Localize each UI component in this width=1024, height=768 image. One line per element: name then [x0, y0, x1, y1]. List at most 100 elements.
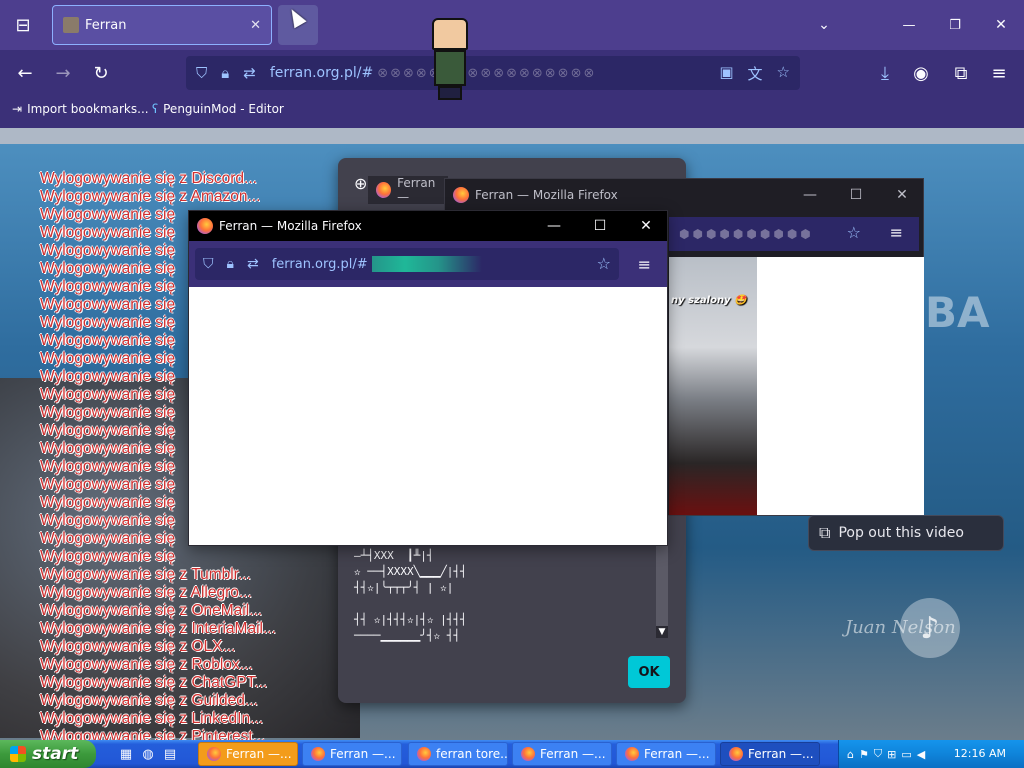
ascii-art: —┴┤XXX ┃╨|┤ ✫ ──┤XXXX╲▁▁▁╱|┤┤ ┤┤✫|╰┬┬┬╯┤…	[354, 549, 467, 642]
picture-in-picture-icon: ⧉	[819, 523, 831, 542]
tray-icon-3[interactable]: ⊞	[887, 748, 896, 761]
forward-icon[interactable]: →	[50, 60, 76, 86]
reload-icon[interactable]: ↻	[88, 60, 114, 86]
quicklaunch-folder-icon[interactable]: ▤	[160, 744, 180, 764]
quicklaunch-app-icon[interactable]: ▦	[116, 744, 136, 764]
back-icon[interactable]: ←	[12, 60, 38, 86]
firefox-icon	[417, 747, 431, 761]
globe-icon: ⊕	[354, 174, 368, 193]
account-icon[interactable]: ◉	[908, 60, 934, 86]
permissions-icon[interactable]: ⇄	[243, 64, 256, 82]
task-label: Ferran —...	[226, 747, 292, 761]
import-icon: ⇥	[12, 102, 23, 116]
tab-ferran[interactable]: Ferran ✕	[52, 5, 272, 45]
bookmark-penguinmod[interactable]: ʕ PenguinMod - Editor	[152, 102, 284, 116]
pop-out-video-button[interactable]: ⧉ Pop out this video	[808, 515, 1004, 551]
taskbar-task-button[interactable]: ferran tore...	[408, 742, 508, 766]
taskbar-task-button[interactable]: Ferran —...	[720, 742, 820, 766]
bookmark-import[interactable]: ⇥ Import bookmarks...	[12, 102, 149, 116]
menu-icon[interactable]: ≡	[986, 60, 1012, 86]
maximize-button[interactable]: ☐	[577, 211, 623, 241]
ok-button[interactable]: OK	[628, 656, 670, 688]
network-icon[interactable]: ▭	[901, 748, 911, 761]
task-label: ferran tore...	[436, 747, 508, 761]
bookmark-star-icon[interactable]: ☆	[777, 63, 790, 84]
logout-line: Wylogowywanie się z Roblox...	[40, 656, 253, 673]
maximize-button[interactable]: ☐	[833, 179, 879, 211]
taskbar-task-button[interactable]: Ferran —...	[198, 742, 298, 766]
firefox-icon	[207, 747, 221, 761]
bookmark-label: Import bookmarks...	[27, 102, 149, 116]
firefox-icon	[453, 187, 469, 203]
sprite-legs	[438, 86, 462, 100]
taskbar-task-button[interactable]: Ferran —...	[616, 742, 716, 766]
url-bar[interactable]: ⬢⬢⬢⬢⬢⬢⬢⬢⬢⬢ ☆ ≡	[669, 217, 919, 251]
taskbar-task-button[interactable]: Ferran —...	[302, 742, 402, 766]
clock[interactable]: 12:16 AM	[954, 747, 1006, 760]
task-label: Ferran —...	[748, 747, 814, 761]
bookmark-star-icon[interactable]: ☆	[597, 254, 611, 273]
lock-icon[interactable]: 🔒︎	[227, 256, 234, 272]
background-text: BA	[925, 288, 990, 337]
close-window-button[interactable]: ✕	[623, 211, 669, 241]
tray-icon-2[interactable]: ⚑	[859, 748, 869, 761]
video-player[interactable]: ny szalony 🤩	[669, 257, 757, 515]
menu-icon[interactable]: ≡	[638, 255, 651, 274]
url-host: ferran.org.pl/#	[271, 256, 368, 272]
window-title: Ferran —	[397, 176, 436, 204]
permissions-icon[interactable]: ⇄	[247, 256, 259, 272]
bookmark-label: PenguinMod - Editor	[163, 102, 284, 116]
downloads-icon[interactable]: ⤓	[872, 60, 898, 86]
window-title: Ferran — Mozilla Firefox	[219, 219, 362, 233]
shield-icon[interactable]: ⛉	[874, 747, 882, 761]
logout-line: Wylogowywanie się z LinkedIn...	[40, 710, 263, 727]
page-content	[757, 257, 924, 515]
taskbar-task-button[interactable]: Ferran —...	[512, 742, 612, 766]
quicklaunch-firefox-icon[interactable]: ◍	[138, 744, 158, 764]
firefox-view-icon[interactable]: ⊟	[10, 12, 36, 38]
translate-icon[interactable]: 文	[748, 63, 763, 84]
list-all-tabs-icon[interactable]: ⌄	[812, 12, 836, 38]
scrollbar-thumb[interactable]	[656, 538, 668, 628]
bookmark-star-icon[interactable]: ☆	[847, 223, 861, 242]
tab-favicon	[63, 17, 79, 33]
shield-icon[interactable]: ⛉	[196, 64, 207, 82]
logout-line: Wylogowywanie się z OLX...	[40, 638, 236, 655]
task-label: Ferran —...	[644, 747, 710, 761]
logout-line: Wylogowywanie się z Allegro...	[40, 584, 252, 601]
penguinmod-icon: ʕ	[152, 102, 159, 116]
logout-line: Wylogowywanie się z Guilded...	[40, 692, 258, 709]
video-caption: ny szalony 🤩	[671, 295, 747, 306]
logout-line: Wylogowywanie się z Pinterest...	[40, 728, 266, 740]
url-bar[interactable]: ⛉ 🔒︎ ⇄ ferran.org.pl/# ☆	[195, 248, 619, 280]
minimize-button[interactable]: —	[892, 12, 926, 38]
start-button[interactable]: start	[0, 740, 96, 768]
tab-close-icon[interactable]: ✕	[250, 18, 261, 33]
tray-icon-1[interactable]: ⌂	[847, 748, 854, 761]
window-title: Ferran — Mozilla Firefox	[475, 188, 618, 202]
lock-icon[interactable]: 🔒︎	[221, 64, 229, 82]
url-garbled: ⬢⬢⬢⬢⬢⬢⬢⬢⬢⬢	[679, 227, 814, 241]
minimize-button[interactable]: —	[787, 179, 833, 211]
close-window-button[interactable]: ✕	[984, 12, 1018, 38]
pixel-sprite	[428, 16, 472, 102]
extensions-icon[interactable]: ⧉	[948, 60, 974, 86]
menu-icon[interactable]: ≡	[890, 223, 903, 242]
windows-flag-icon	[10, 746, 26, 762]
volume-icon[interactable]: ◀	[917, 748, 925, 761]
shield-icon[interactable]: ⛉	[203, 256, 214, 272]
firefox-window-front[interactable]: Ferran — Mozilla Firefox — ☐ ✕ ⛉ 🔒︎ ⇄ fe…	[188, 210, 668, 546]
system-tray: ⌂ ⚑ ⛉ ⊞ ▭ ◀ 12:16 AM	[838, 740, 1024, 768]
firefox-icon	[376, 182, 392, 198]
url-garbled: ⊗⊗⊗⊗⊗⊗⊗⊗⊗⊗⊗⊗⊗⊗⊗⊗⊗	[377, 65, 597, 81]
url-bar[interactable]: ⛉ 🔒︎ ⇄ ferran.org.pl/# ⊗⊗⊗⊗⊗⊗⊗⊗⊗⊗⊗⊗⊗⊗⊗⊗⊗…	[186, 56, 800, 90]
logout-line: Wylogowywanie się z Tumblr...	[40, 566, 251, 583]
scroll-down-icon[interactable]: ▼	[656, 626, 668, 638]
task-label: Ferran —...	[330, 747, 396, 761]
background-window-title[interactable]: Ferran —	[368, 176, 448, 204]
maximize-button[interactable]: ❐	[938, 12, 972, 38]
close-window-button[interactable]: ✕	[879, 179, 925, 211]
minimize-button[interactable]: —	[531, 211, 577, 241]
screenshot-icon[interactable]: ▣	[719, 63, 733, 84]
logout-line: Wylogowywanie się z Discord...	[40, 170, 257, 187]
